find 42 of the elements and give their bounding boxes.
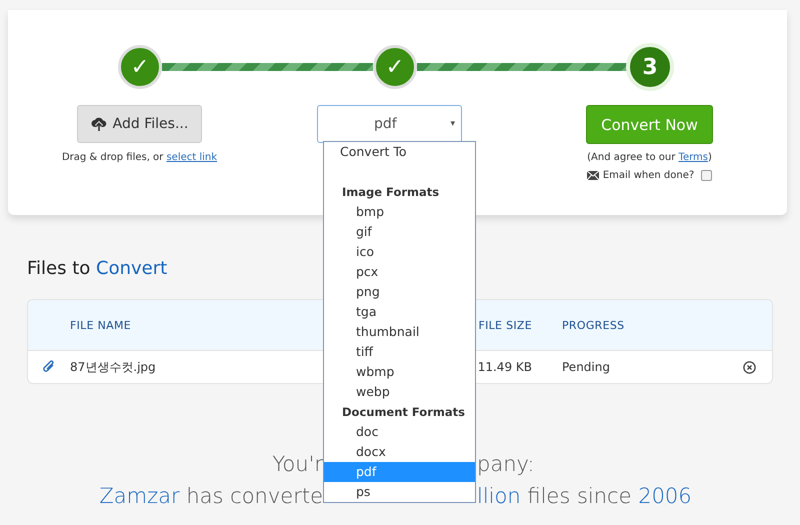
dropdown-option[interactable]: pcx [324,262,475,282]
terms-note: (And agree to our Terms) [587,152,712,163]
drag-drop-hint: Drag & drop files, or select link [62,152,218,163]
terms-link[interactable]: Terms [678,152,708,163]
step-number-badge: 3 [626,43,674,91]
stats-text: You'r [272,451,323,478]
dropdown-option[interactable]: docx [324,442,475,462]
dropdown-option[interactable]: gif [324,222,475,242]
dropdown-option[interactable]: ico [324,242,475,262]
cloud-upload-icon [90,117,107,131]
stats-text: Zamzar has converte [99,483,323,510]
progress-status: Pending [561,360,610,374]
paperclip-icon [42,360,56,374]
file-size: 11.49 KB [478,360,532,374]
file-name: 87년생수컷.jpg [70,358,156,376]
add-files-button[interactable]: Add Files... [76,105,202,143]
dropdown-option[interactable]: png [324,282,475,302]
dropdown-option[interactable]: Convert To [324,142,475,162]
files-heading: Files to Convert [27,258,168,279]
dropdown-option[interactable]: wbmp [324,362,475,382]
dropdown-option[interactable]: bmp [324,202,475,222]
dropdown-option[interactable]: thumbnail [324,322,475,342]
option-group-label: Document Formats [342,404,465,421]
column-header: PROGRESS [561,318,624,332]
envelope-icon [586,171,599,180]
dropdown-option[interactable]: webp [324,382,475,402]
format-select[interactable]: pdf ▾ [317,105,462,143]
dropdown-option[interactable]: ps [324,482,475,502]
remove-icon[interactable] [743,360,756,374]
email-label: Email when done? [602,170,694,181]
dropdown-option[interactable]: tga [324,302,475,322]
step-done-badge: ✓ [118,45,162,89]
column-header: FILE NAME [70,318,132,332]
column-header: FILE SIZE [478,318,532,332]
dropdown-option[interactable]: tiff [324,342,475,362]
option-group-label: Image Formats [342,184,440,201]
email-checkbox[interactable] [701,170,712,181]
step-done-badge: ✓ [373,45,417,89]
dropdown-option[interactable]: doc [324,422,475,442]
stats-text: llion files since 2006 [477,483,692,510]
stats-text: pany: [477,451,534,478]
select-link[interactable]: select link [166,152,218,163]
